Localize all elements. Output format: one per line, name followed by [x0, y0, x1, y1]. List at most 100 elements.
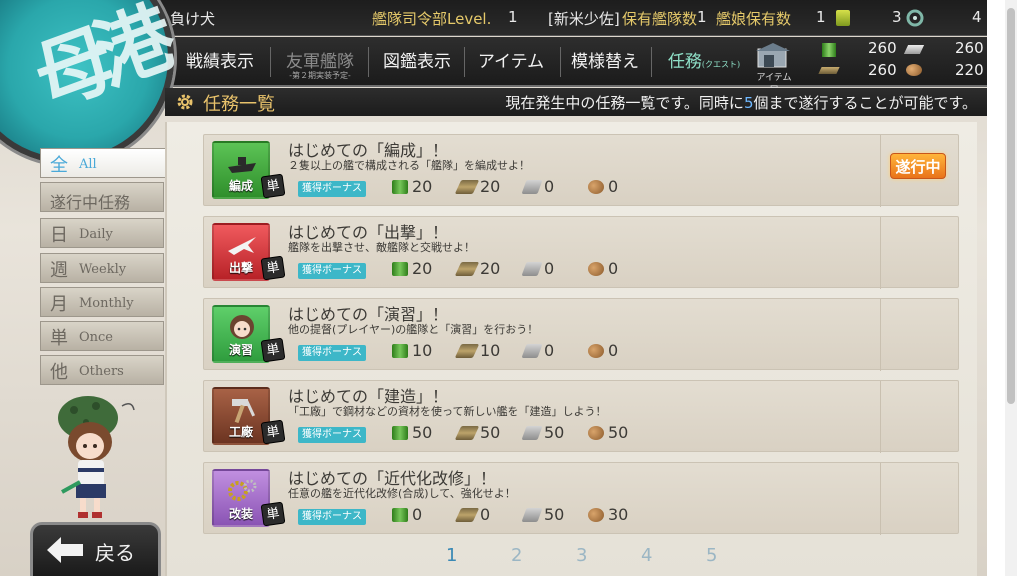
once-badge: 単: [260, 337, 286, 363]
reward-bauxite-value: 0: [608, 177, 619, 196]
filter-monthly-label: Monthly: [79, 296, 134, 311]
fuel-icon: [822, 43, 836, 57]
reward-steel: 0: [521, 177, 555, 196]
page-5[interactable]: 5: [706, 545, 717, 566]
steel-icon: [521, 180, 543, 194]
filter-weekly-kanji: 週: [50, 260, 68, 281]
page-2[interactable]: 2: [511, 545, 522, 566]
scrollbar-thumb[interactable]: [1007, 8, 1015, 404]
fuel-icon: [392, 508, 408, 522]
hq-level-label: 艦隊司令部Level.: [372, 10, 492, 28]
divider: [880, 463, 881, 535]
once-badge: 単: [260, 419, 286, 445]
scrollbar[interactable]: [1005, 0, 1017, 576]
divider: [880, 381, 881, 453]
filter-once[interactable]: 単 Once: [40, 321, 164, 351]
filter-daily[interactable]: 日 Daily: [40, 218, 164, 248]
filter-weekly[interactable]: 週 Weekly: [40, 253, 164, 283]
fuel-icon: [392, 344, 408, 358]
item-shop-button[interactable]: アイテム屋: [752, 43, 796, 96]
ship-icon: [228, 157, 256, 173]
devmat-count: 4: [972, 8, 982, 26]
ammo-value: 260: [868, 61, 897, 79]
quest-category-label: 編成: [228, 179, 253, 193]
reward-fuel: 50: [392, 423, 432, 442]
filter-monthly[interactable]: 月 Monthly: [40, 287, 164, 317]
menu-furniture[interactable]: 模様替え: [560, 45, 650, 79]
quest-row[interactable]: 改装 単 はじめての「近代化改修」！ 任意の艦を近代化改修(合成)して、強化せよ…: [203, 462, 959, 535]
bauxite-icon: [906, 64, 922, 76]
back-label: 戻る: [95, 541, 135, 565]
bonus-label: 獲得ボーナス: [298, 345, 366, 361]
shop-icon: [756, 43, 790, 68]
reward-steel-value: 0: [544, 177, 555, 196]
gears-icon: [228, 479, 257, 501]
girl-face-icon: [230, 315, 254, 339]
bauxite-icon: [588, 344, 604, 358]
menu-quest[interactable]: 任務(クエスト): [656, 45, 752, 79]
bucket-count: 3: [892, 8, 902, 26]
menu-quest-label: 任務: [667, 52, 702, 72]
reward-fuel: 10: [392, 341, 432, 360]
description-after: 個まで遂行することが可能です。: [753, 94, 977, 112]
quest-category-badge: 演習: [212, 305, 270, 363]
menu-friend-fleet-sub: -第２期実装予定-: [289, 71, 351, 80]
fuel-value: 260: [868, 39, 897, 57]
bonus-label: 獲得ボーナス: [298, 263, 366, 279]
bonus-label: 獲得ボーナス: [298, 427, 366, 443]
divider: [880, 135, 881, 207]
reward-ammo-value: 0: [480, 505, 491, 524]
reward-fuel: 0: [392, 505, 422, 524]
menu-record[interactable]: 戦績表示: [175, 45, 265, 79]
reward-ammo-value: 10: [480, 341, 501, 360]
steel-icon: [521, 508, 543, 522]
quest-row[interactable]: 出撃 単 はじめての「出撃」！ 艦隊を出撃させ、敵艦隊と交戦せよ！ 獲得ボーナス…: [203, 216, 959, 289]
quest-row[interactable]: 演習 単 はじめての「演習」！ 他の提督(プレイヤー)の艦隊と「演習」を行おう！…: [203, 298, 959, 371]
page-1[interactable]: 1: [446, 545, 457, 566]
menu-divider: [464, 47, 465, 77]
menu-friend-fleet: 友軍艦隊 -第２期実装予定-: [275, 45, 365, 80]
reward-bauxite: 30: [588, 505, 628, 524]
reward-bauxite: 0: [588, 259, 618, 278]
reward-fuel: 20: [392, 177, 432, 196]
quest-row[interactable]: 工廠 単 はじめての「建造」！ 「工廠」で鋼材などの資材を使って新しい艦を「建造…: [203, 380, 959, 453]
reward-steel-value: 50: [544, 423, 565, 442]
page-3[interactable]: 3: [576, 545, 587, 566]
reward-steel: 50: [521, 423, 565, 442]
back-arrow-icon: [47, 537, 83, 563]
page-4[interactable]: 4: [641, 545, 652, 566]
back-button[interactable]: 戻る: [30, 522, 161, 576]
filter-in-progress[interactable]: 遂行中任務: [40, 182, 164, 212]
reward-bauxite-value: 0: [608, 341, 619, 360]
bauxite-icon: [588, 262, 604, 276]
quest-description: 艦隊を出撃させ、敵艦隊と交戦せよ！: [288, 241, 475, 254]
reward-steel-value: 0: [544, 341, 555, 360]
plane-icon: [228, 237, 256, 255]
reward-bauxite: 0: [588, 177, 618, 196]
filter-others-kanji: 他: [50, 362, 68, 383]
port-button[interactable]: 母港: [0, 0, 174, 164]
menu-items[interactable]: アイテム: [466, 45, 556, 79]
menu-library[interactable]: 図鑑表示: [372, 45, 462, 79]
in-progress-status[interactable]: 遂行中: [890, 153, 946, 179]
reward-ammo: 0: [454, 505, 491, 524]
reward-fuel-value: 0: [412, 505, 423, 524]
reward-steel: 50: [521, 505, 564, 524]
menu-divider: [651, 47, 652, 77]
steel-icon: [521, 426, 543, 440]
ammo-icon: [454, 344, 480, 358]
quest-title-bar: 任務一覧 現在発生中の任務一覧です。同時に5個まで遂行することが可能です。: [165, 88, 987, 116]
filter-others[interactable]: 他 Others: [40, 355, 164, 385]
quest-description: 任意の艦を近代化改修(合成)して、強化せよ！: [288, 487, 516, 500]
secretary-ship-character: [58, 396, 135, 518]
reward-ammo-value: 50: [480, 423, 501, 442]
filter-others-label: Others: [79, 364, 124, 379]
reward-fuel-value: 20: [412, 177, 433, 196]
port-logo-text: 母港: [22, 0, 174, 125]
quest-category-badge: 出撃: [212, 223, 270, 281]
steel-icon: [521, 344, 543, 358]
admiral-name: 負け犬: [170, 10, 216, 28]
page-title: 任務一覧: [203, 94, 275, 115]
description-before: 現在発生中の任務一覧です。同時に: [505, 94, 744, 112]
quest-row[interactable]: 編成 単 はじめての「編成」！ ２隻以上の艦で構成される「艦隊」を編成せよ！ 獲…: [203, 134, 959, 207]
